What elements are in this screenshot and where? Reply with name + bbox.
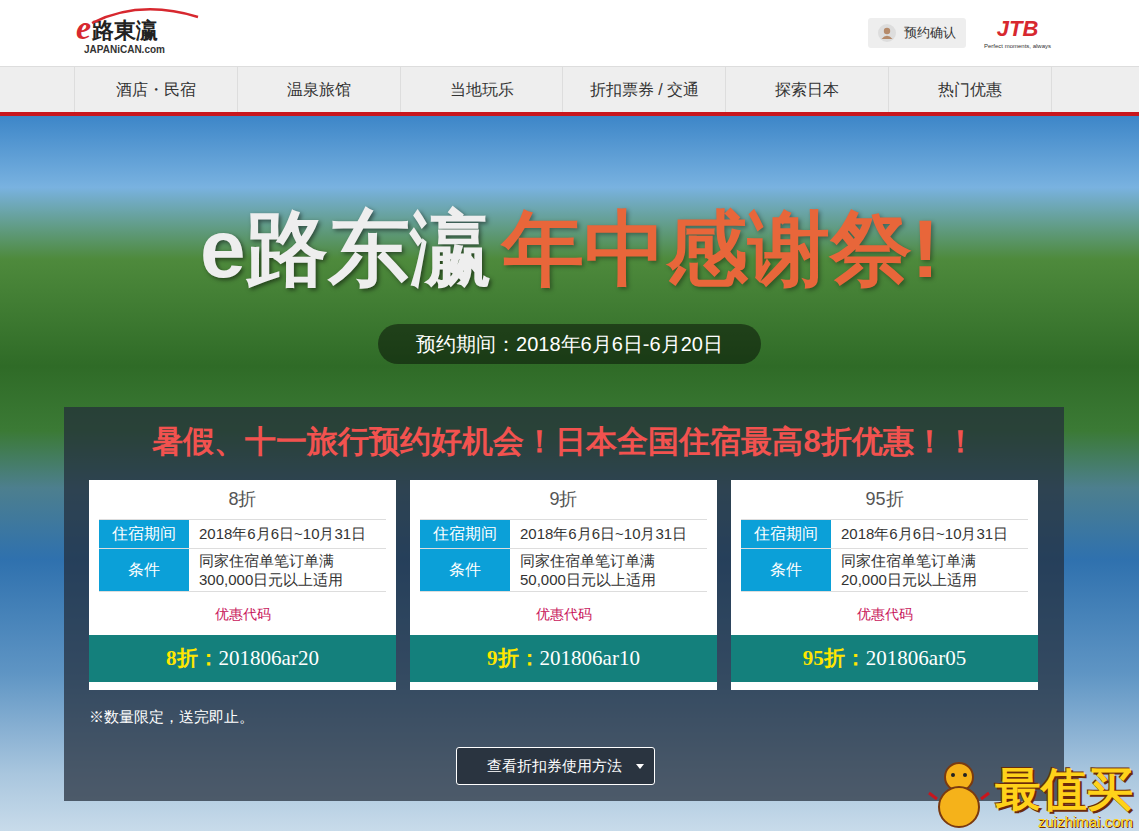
coupon-card: 8折住宿期间2018年6月6日~10月31日条件同家住宿单笔订单满300,000… (89, 480, 396, 691)
coupon-row: 住宿期间2018年6月6日~10月31日 (420, 520, 707, 549)
booking-period: 预约期间：2018年6月6日-6月20日 (378, 324, 761, 364)
coupon-row: 条件同家住宿单笔订单满300,000日元以上适用 (99, 549, 386, 592)
coupon-row: 条件同家住宿单笔订单满50,000日元以上适用 (420, 549, 707, 592)
user-icon (878, 24, 896, 42)
nav-item[interactable]: 折扣票券 / 交通 (562, 67, 725, 112)
nav-item[interactable]: 探索日本 (725, 67, 888, 112)
coupon-row: 住宿期间2018年6月6日~10月31日 (99, 520, 386, 549)
logo-swoosh-icon (90, 5, 200, 25)
coupon-row: 条件同家住宿单笔订单满20,000日元以上适用 (741, 549, 1028, 592)
coupon-code[interactable]: 8折：201806ar20 (89, 635, 396, 683)
coupon-card: 95折住宿期间2018年6月6日~10月31日条件同家住宿单笔订单满20,000… (731, 480, 1038, 691)
site-logo[interactable]: e路東瀛JAPANiCAN.com (76, 11, 165, 55)
coupon-code[interactable]: 9折：201806ar10 (410, 635, 717, 683)
coupon-row: 住宿期间2018年6月6日~10月31日 (741, 520, 1028, 549)
how-to-button[interactable]: 查看折扣券使用方法 (456, 747, 655, 786)
watermark: 最值买zuizhimai.com (927, 755, 1133, 829)
hero-banner: e路东瀛年中感谢祭!预约期间：2018年6月6日-6月20日暑假、十一旅行预约好… (0, 116, 1139, 831)
booking-confirm-button[interactable]: 预约确认 (868, 18, 966, 48)
nav-item[interactable]: 当地玩乐 (400, 67, 563, 112)
promo-panel: 暑假、十一旅行预约好机会！日本全国住宿最高8折优惠！！8折住宿期间2018年6月… (64, 407, 1064, 801)
partner-logo: JTBPerfect moments, always (984, 18, 1051, 49)
caret-icon (636, 764, 644, 769)
gourd-mascot-icon (927, 755, 991, 829)
coupon-code[interactable]: 95折：201806ar05 (731, 635, 1038, 683)
nav-item[interactable]: 热门优惠 (888, 67, 1052, 112)
coupon-card: 9折住宿期间2018年6月6日~10月31日条件同家住宿单笔订单满50,000日… (410, 480, 717, 691)
main-nav: 酒店・民宿温泉旅馆当地玩乐折扣票券 / 交通探索日本热门优惠 (0, 66, 1139, 116)
site-header: e路東瀛JAPANiCAN.com 预约确认 JTBPerfect moments,… (0, 0, 1139, 66)
nav-item[interactable]: 温泉旅馆 (237, 67, 400, 112)
nav-item[interactable]: 酒店・民宿 (74, 67, 237, 112)
